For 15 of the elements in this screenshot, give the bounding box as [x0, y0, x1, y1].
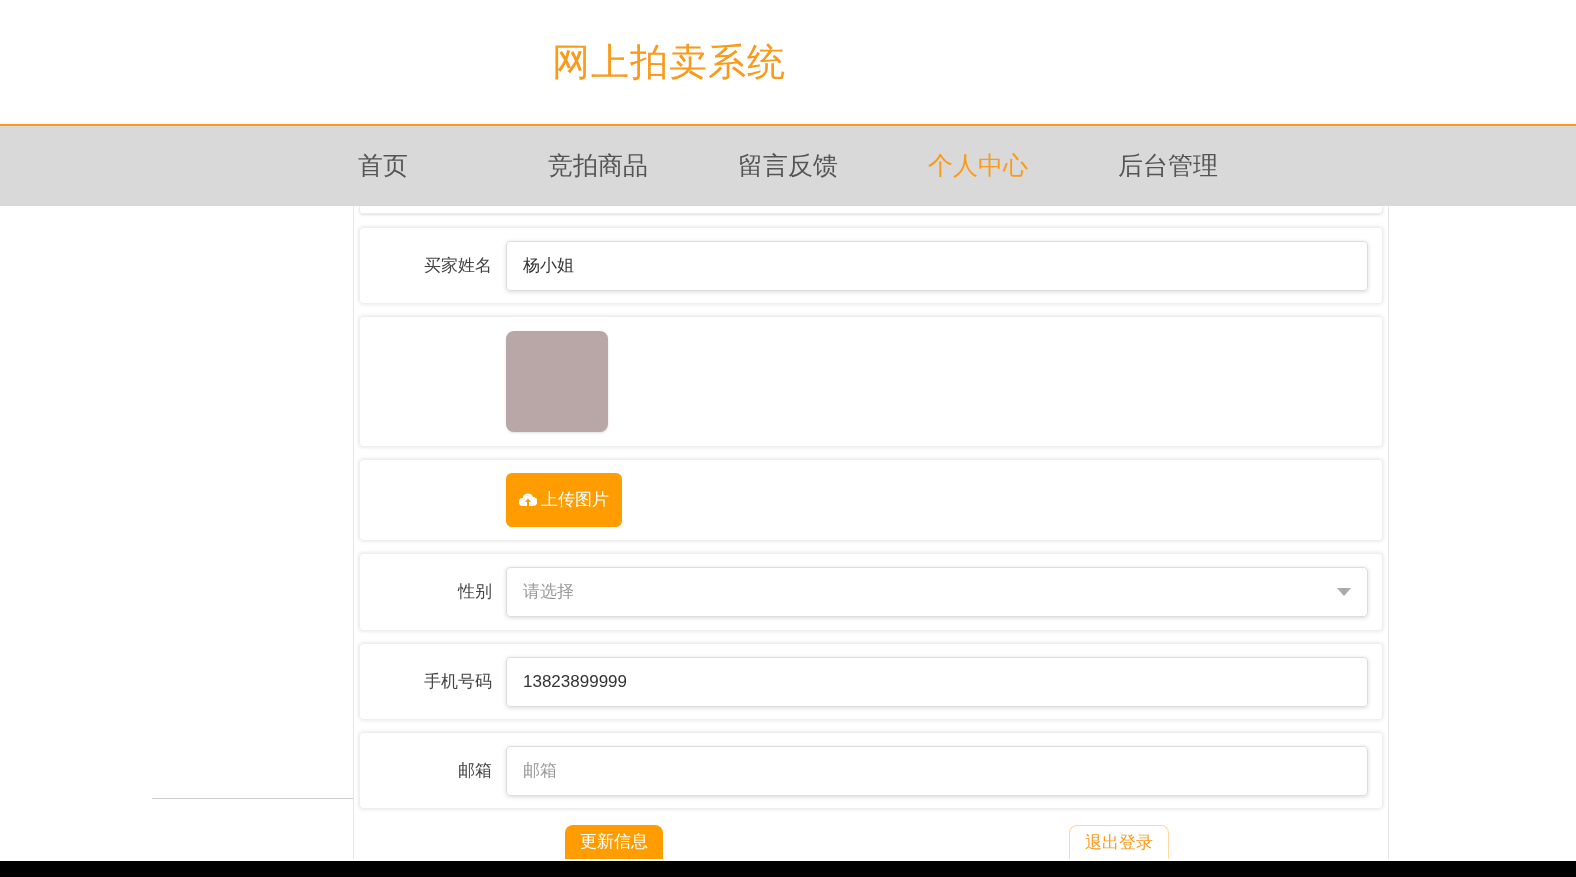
- input-field[interactable]: 邮箱: [506, 745, 1368, 796]
- field-label: 邮箱: [458, 759, 492, 782]
- field-label: 性别: [458, 581, 492, 604]
- caret-icon: [1337, 588, 1351, 596]
- nav-tab[interactable]: 后台管理: [1100, 147, 1290, 185]
- nav-tab[interactable]: 竞拍商品: [530, 147, 720, 185]
- field-label: 手机号码: [424, 670, 492, 693]
- nav-tab[interactable]: 首页: [340, 147, 530, 185]
- field-label: 买家姓名: [424, 254, 492, 277]
- nav-tab[interactable]: 留言反馈: [720, 147, 910, 185]
- select-field[interactable]: 请选择: [506, 567, 1368, 617]
- cloud-upload-icon: [519, 493, 537, 507]
- site-title: 网上拍卖系统: [552, 39, 786, 85]
- input-field[interactable]: 13823899999: [506, 656, 1368, 707]
- input-field[interactable]: 杨小姐: [506, 240, 1368, 291]
